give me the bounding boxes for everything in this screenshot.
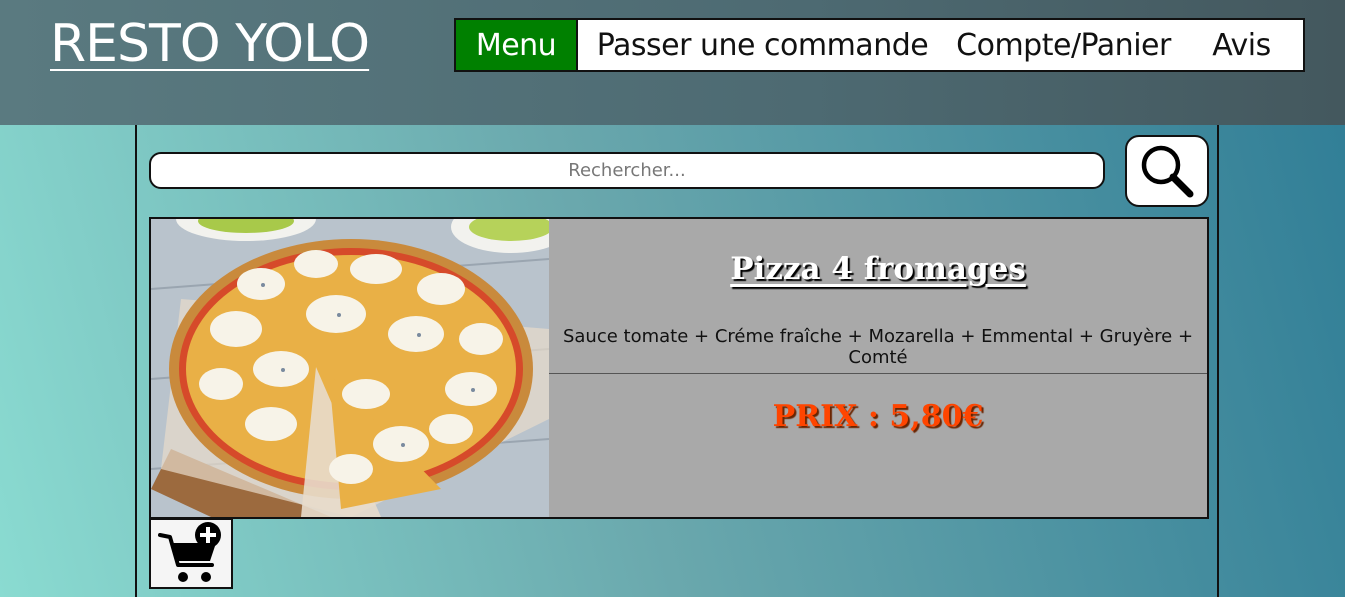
add-to-cart-icon (158, 521, 221, 582)
add-to-cart-button[interactable] (149, 518, 233, 589)
pizza-4-fromages-image (151, 219, 549, 517)
site-logo-link[interactable]: RESTO YOLO (50, 14, 370, 74)
site-header: RESTO YOLO Menu Passer une commande Comp… (0, 0, 1345, 125)
product-price: PRIX : 5,80€ (772, 399, 984, 434)
product-info: Pizza 4 fromages Sauce tomate + Créme fr… (549, 219, 1207, 517)
main-content: Pizza 4 fromages Sauce tomate + Créme fr… (135, 125, 1219, 597)
nav-item-account-cart[interactable]: Compte/Panier (947, 20, 1180, 70)
nav-item-menu[interactable]: Menu (456, 20, 578, 70)
nav-item-reviews[interactable]: Avis (1180, 20, 1303, 70)
divider (549, 373, 1207, 374)
nav-item-order[interactable]: Passer une commande (578, 20, 947, 70)
main-nav: Menu Passer une commande Compte/Panier A… (454, 18, 1305, 72)
search-button[interactable] (1125, 135, 1209, 207)
product-card: Pizza 4 fromages Sauce tomate + Créme fr… (149, 217, 1209, 519)
product-description: Sauce tomate + Créme fraîche + Mozarella… (562, 326, 1194, 368)
search-input[interactable] (149, 152, 1105, 189)
product-title: Pizza 4 fromages (730, 251, 1026, 287)
search-icon (1141, 145, 1194, 198)
